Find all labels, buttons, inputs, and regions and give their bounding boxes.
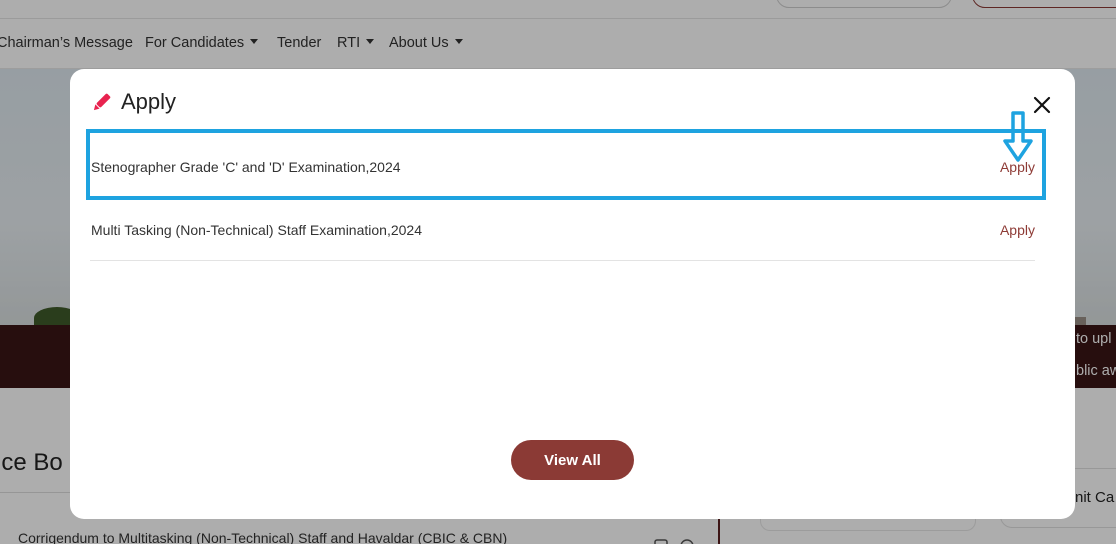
- arrow-down-outline-icon: [1003, 111, 1033, 162]
- view-all-button[interactable]: View All: [511, 440, 634, 480]
- exam-name: Multi Tasking (Non-Technical) Staff Exam…: [91, 222, 422, 238]
- apply-link[interactable]: Apply: [1000, 222, 1035, 238]
- list-item: Multi Tasking (Non-Technical) Staff Exam…: [90, 197, 1035, 261]
- modal-title: Apply: [121, 89, 177, 114]
- highlight-box: [86, 129, 1046, 200]
- pencil-icon: [93, 93, 111, 111]
